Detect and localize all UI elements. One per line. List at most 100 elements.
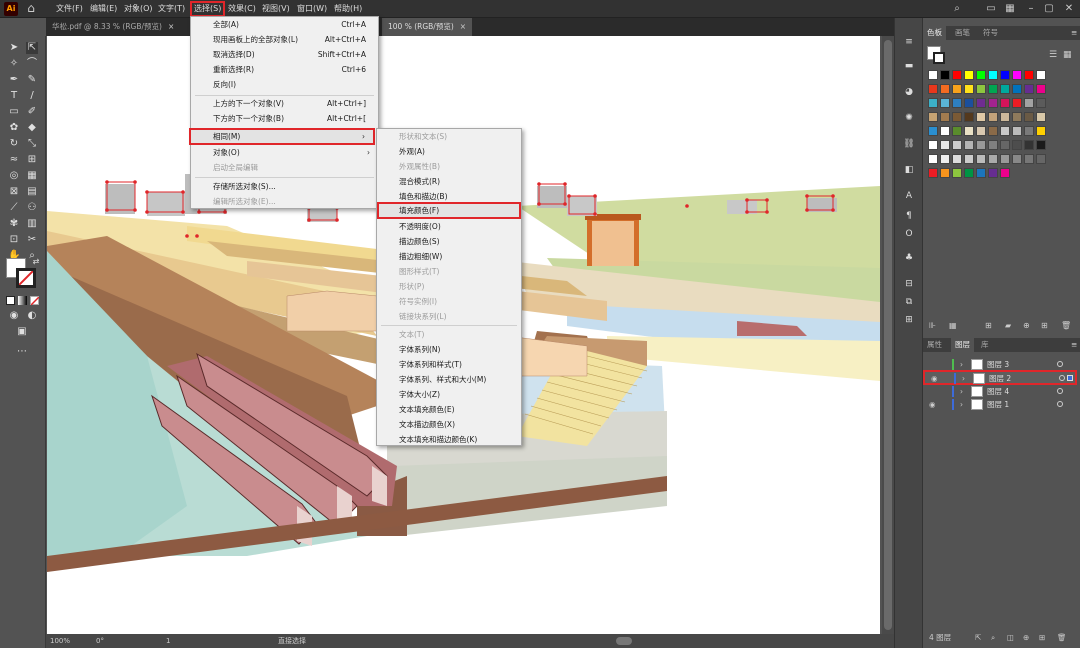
color-swatch[interactable] [928, 112, 938, 122]
free-transform-icon[interactable]: ⊞ [26, 154, 38, 166]
rotate-icon[interactable]: ↻ [8, 138, 20, 150]
color-swatch[interactable] [928, 98, 938, 108]
draw-mode-icon[interactable]: ◉ [8, 310, 20, 322]
panel-menu-icon[interactable]: ≡ [1067, 26, 1080, 40]
symbols-icon[interactable]: ♣ [902, 252, 916, 264]
color-swatch[interactable] [988, 98, 998, 108]
color-swatch[interactable] [988, 70, 998, 80]
menu-item-object[interactable]: 对象(O) › [191, 145, 378, 160]
color-icon[interactable]: ◕ [902, 86, 916, 98]
new-color-group-icon[interactable]: ⊞ [1041, 318, 1048, 334]
export-icon[interactable]: ⇱ [975, 630, 981, 646]
swatch-grid[interactable] [926, 70, 1076, 180]
tab-layers[interactable]: 图层 [951, 338, 974, 352]
color-swatch[interactable] [1024, 112, 1034, 122]
submenu-item-font-family-style[interactable]: 字体系列和样式(T) [377, 357, 521, 372]
grid-view-icon[interactable]: ▦ [1063, 50, 1072, 60]
new-layer-icon[interactable]: ⊞ [1039, 630, 1045, 646]
color-swatch[interactable] [1000, 84, 1010, 94]
graph-tool-icon[interactable]: ▥ [26, 218, 38, 230]
color-swatch[interactable] [1012, 112, 1022, 122]
line-tool-icon[interactable]: / [26, 90, 38, 102]
color-swatch[interactable] [940, 154, 950, 164]
color-swatch[interactable] [964, 126, 974, 136]
transform-icon[interactable]: ⊞ [902, 314, 916, 326]
character-icon[interactable]: A [902, 190, 916, 202]
shaper-icon[interactable]: ✿ [8, 122, 20, 134]
color-swatch[interactable] [1012, 98, 1022, 108]
mesh-icon[interactable]: ⊠ [8, 186, 20, 198]
tab-libraries[interactable]: 库 [977, 338, 993, 352]
selection-indicator[interactable] [1067, 375, 1073, 381]
menu-item-inverse[interactable]: 反向(I) [191, 77, 378, 92]
submenu-item-fill-color[interactable]: 填充颜色(F) [377, 202, 521, 219]
color-swatch[interactable] [1012, 84, 1022, 94]
panel-stroke-swatch[interactable] [933, 52, 945, 64]
symbol-sprayer-icon[interactable]: ✾ [8, 218, 20, 230]
none-mode-icon[interactable] [30, 296, 39, 305]
tab-brushes[interactable]: 画笔 [951, 26, 974, 40]
color-swatch[interactable] [976, 84, 986, 94]
submenu-item-text-stroke-color[interactable]: 文本描边颜色(X) [377, 417, 521, 432]
chevron-right-icon[interactable]: › [962, 372, 965, 385]
color-swatch[interactable] [1036, 70, 1046, 80]
color-swatch[interactable] [1012, 154, 1022, 164]
align-icon[interactable]: ⊟ [902, 278, 916, 290]
color-swatch[interactable] [1000, 98, 1010, 108]
type-tool-icon[interactable]: T [8, 90, 20, 102]
folder-icon[interactable]: ▰ [1005, 318, 1011, 334]
eye-icon[interactable]: ◉ [931, 372, 938, 385]
eraser-icon[interactable]: ◆ [26, 122, 38, 134]
color-swatch[interactable] [1000, 168, 1010, 178]
workspace-icon[interactable]: ▭ [984, 2, 998, 16]
tab-doc-2[interactable]: 100 % (RGB/预览) × [382, 18, 472, 36]
submenu-item-font-family[interactable]: 字体系列(N) [377, 342, 521, 357]
color-swatch[interactable] [952, 98, 962, 108]
color-swatch[interactable] [1000, 112, 1010, 122]
color-swatch[interactable] [976, 140, 986, 150]
color-swatch[interactable] [940, 168, 950, 178]
color-swatch[interactable] [952, 84, 962, 94]
color-swatch[interactable] [952, 168, 962, 178]
color-swatch[interactable] [976, 112, 986, 122]
submenu-item-stroke-weight[interactable]: 描边粗细(W) [377, 249, 521, 264]
close-icon[interactable]: ✕ [1062, 2, 1076, 16]
lasso-icon[interactable]: ⌒ [26, 58, 38, 70]
rectangle-tool-icon[interactable]: ▭ [8, 106, 20, 118]
submenu-item-blend-mode[interactable]: 混合模式(R) [377, 174, 521, 189]
menu-window[interactable]: 窗口(W) [297, 2, 327, 16]
horizontal-scroll-thumb[interactable] [616, 637, 632, 645]
maximize-icon[interactable]: ▢ [1042, 2, 1056, 16]
opentype-icon[interactable]: O [902, 228, 916, 240]
screen-mode-icon[interactable]: ▣ [16, 326, 28, 338]
color-swatch[interactable] [1036, 126, 1046, 136]
color-swatch[interactable] [976, 168, 986, 178]
color-swatch[interactable] [988, 140, 998, 150]
chevron-right-icon[interactable]: › [960, 398, 963, 411]
color-swatch[interactable] [1036, 112, 1046, 122]
more-tools-icon[interactable]: ⋯ [16, 346, 28, 358]
color-swatch[interactable] [976, 98, 986, 108]
color-swatch[interactable] [1000, 140, 1010, 150]
color-swatch[interactable] [952, 70, 962, 80]
color-swatch[interactable] [940, 84, 950, 94]
color-swatch[interactable] [1000, 154, 1010, 164]
chevron-right-icon[interactable]: › [960, 385, 963, 398]
color-swatch[interactable] [952, 154, 962, 164]
color-swatch[interactable] [1024, 154, 1034, 164]
color-mode-icon[interactable] [6, 296, 15, 305]
home-icon[interactable]: ⌂ [24, 1, 38, 15]
menu-type[interactable]: 文字(T) [158, 2, 185, 16]
trash-icon[interactable]: 🗑 [1061, 318, 1071, 334]
color-swatch[interactable] [964, 84, 974, 94]
menu-item-next-above[interactable]: 上方的下一个对象(V) Alt+Ctrl+] [191, 96, 378, 111]
submenu-item-text-fill-stroke[interactable]: 文本填充和描边颜色(K) [377, 432, 521, 447]
color-swatch[interactable] [1012, 70, 1022, 80]
color-swatch[interactable] [940, 126, 950, 136]
comment-icon[interactable]: ▬ [902, 60, 916, 72]
color-swatch[interactable] [976, 126, 986, 136]
color-swatch[interactable] [988, 126, 998, 136]
submenu-item-stroke-color[interactable]: 描边颜色(S) [377, 234, 521, 249]
eyedropper-icon[interactable]: ⟋ [8, 202, 20, 214]
eye-icon[interactable]: ◉ [929, 398, 936, 411]
